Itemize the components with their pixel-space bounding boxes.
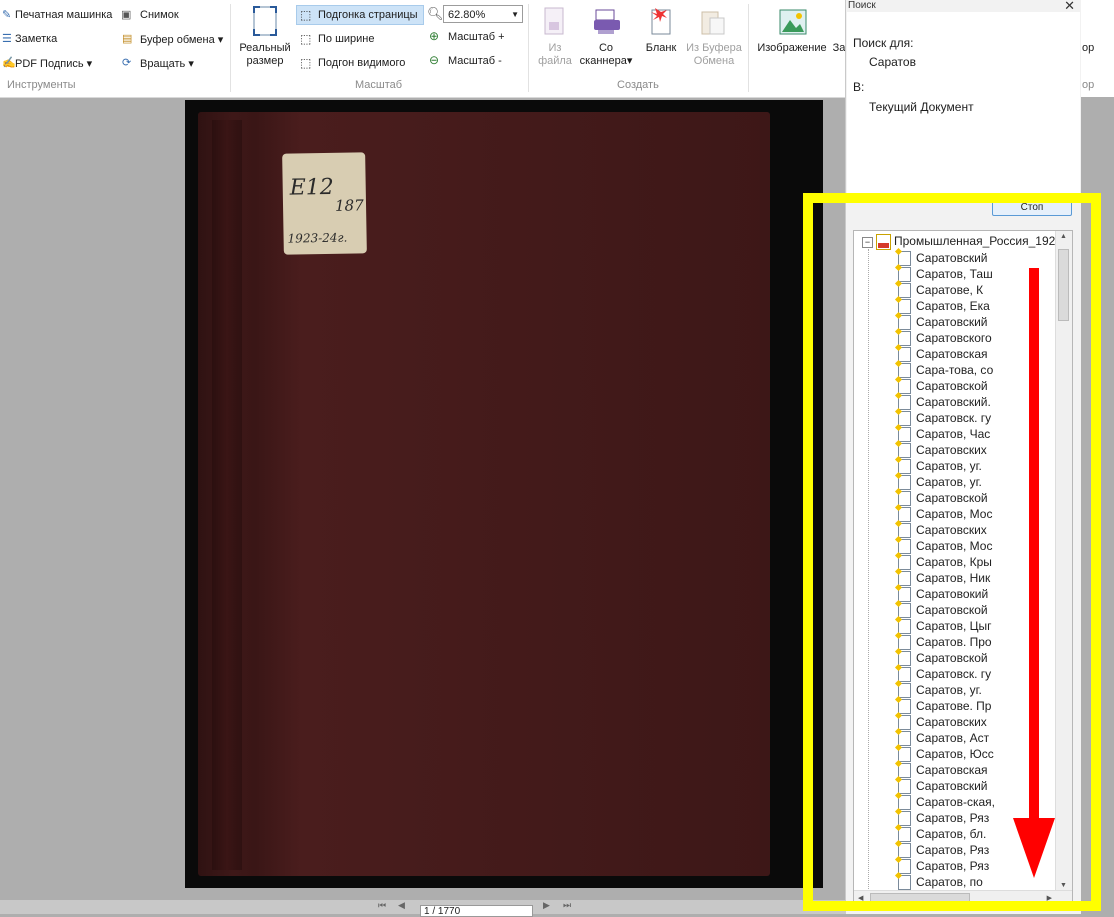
separator xyxy=(230,4,231,92)
prev-page-icon[interactable]: ◀ xyxy=(398,900,405,911)
blank-button[interactable]: Бланк xyxy=(640,42,682,55)
note-button[interactable]: Заметка xyxy=(15,33,57,45)
from-clipboard-button[interactable]: Из Буфера Обмена xyxy=(683,42,745,68)
blank-page-icon xyxy=(651,8,671,35)
fit-width-icon: ⬚ xyxy=(300,32,312,46)
separator xyxy=(528,4,529,92)
fit-page-icon: ⬚ xyxy=(300,8,312,22)
book-spine xyxy=(212,120,242,870)
pdf-sign-button[interactable]: PDF Подпись ▾ xyxy=(15,57,92,70)
snapshot-button[interactable]: Снимок xyxy=(140,9,179,21)
actual-size-line1: Реальный xyxy=(239,42,291,54)
image-icon xyxy=(779,9,807,35)
from-scanner-line1: Со xyxy=(598,42,614,54)
ribbon-right-overflow: ор ор xyxy=(1080,0,1114,97)
tools-group-label: Инструменты xyxy=(7,79,76,91)
zoom-group-label: Масштаб xyxy=(355,79,403,91)
search-panel-body: Поиск для: Саратов В: Текущий Документ xyxy=(847,12,1080,197)
chevron-down-icon: ▼ xyxy=(511,10,519,19)
separator xyxy=(748,4,749,92)
clipboard-icon: ▤ xyxy=(122,33,133,45)
rotate-label: Вращать xyxy=(140,58,186,70)
fit-width-button[interactable]: По ширине xyxy=(318,33,375,45)
search-scope-value: Текущий Документ xyxy=(869,100,974,114)
rotate-icon: ⟳ xyxy=(122,57,132,69)
zoom-out-icon: ⊖ xyxy=(429,53,440,67)
page-number-input[interactable]: 1 / 1770 xyxy=(420,905,533,917)
first-page-icon[interactable]: ⏮ xyxy=(378,900,386,911)
typewriter-button[interactable]: Печатная машинка xyxy=(15,9,112,21)
create-group-label: Создать xyxy=(617,79,659,91)
last-page-icon[interactable]: ⏭ xyxy=(563,900,571,911)
from-file-line1: Из xyxy=(548,42,562,54)
book-label-sticker: E12 187 1923-24г. xyxy=(282,152,367,255)
highlight-annotation-box xyxy=(803,193,1101,911)
search-query-value: Саратов xyxy=(869,55,916,69)
note-icon: ☰ xyxy=(2,33,12,45)
actual-size-button[interactable]: Реальный размер xyxy=(236,42,294,68)
from-scanner-line2: сканнера xyxy=(579,55,627,67)
scanner-icon xyxy=(594,9,620,34)
close-icon[interactable]: ✕ xyxy=(1064,0,1075,14)
fit-visible-icon: ⬚ xyxy=(300,56,312,70)
zoom-in-icon: ⊕ xyxy=(429,29,440,43)
image-button[interactable]: Изображение xyxy=(756,42,828,55)
search-in-label: В: xyxy=(853,80,865,94)
label-line3: 1923-24г. xyxy=(287,230,348,246)
from-clipboard-icon xyxy=(701,11,725,35)
zoom-level-select[interactable]: 62.80% ▼ xyxy=(443,5,523,23)
partial-group-label: ор xyxy=(1082,79,1095,91)
label-line2: 187 xyxy=(334,196,364,215)
partial-button-label: ор xyxy=(1082,42,1095,54)
search-for-label: Поиск для: xyxy=(853,36,914,50)
actual-size-icon xyxy=(253,6,277,36)
camera-icon: ▣ xyxy=(121,9,132,21)
from-clipboard-line1: Из Буфера xyxy=(686,42,742,54)
from-file-button[interactable]: Из файла xyxy=(538,42,572,68)
scroll-down-arrow-annotation xyxy=(1013,268,1055,878)
zoom-out-button[interactable]: Масштаб - xyxy=(448,55,502,67)
signature-icon: ✍ xyxy=(2,57,16,69)
clipboard-button[interactable]: Буфер обмена ▾ xyxy=(140,33,223,46)
next-page-icon[interactable]: ▶ xyxy=(543,900,550,911)
clipboard-label: Буфер обмена xyxy=(140,34,215,46)
fit-page-button[interactable]: Подгонка страницы xyxy=(318,9,418,21)
label-line1: E12 xyxy=(289,174,334,201)
search-panel-title: Поиск xyxy=(848,0,876,11)
fit-visible-button[interactable]: Подгон видимого xyxy=(318,57,405,69)
zoom-in-button[interactable]: Масштаб + xyxy=(448,31,505,43)
from-file-icon xyxy=(544,7,564,35)
zoom-level-value: 62.80% xyxy=(448,9,486,21)
from-clipboard-line2: Обмена xyxy=(693,55,735,67)
pdf-sign-label: PDF Подпись xyxy=(15,58,84,70)
partial-button[interactable]: За xyxy=(832,42,846,55)
rotate-button[interactable]: Вращать ▾ xyxy=(140,57,194,70)
from-scanner-button[interactable]: Со сканнера▾ xyxy=(575,42,637,68)
magnifier-icon: 🔍︎ xyxy=(427,6,444,21)
from-file-line2: файла xyxy=(538,55,572,67)
actual-size-line2: размер xyxy=(246,55,284,67)
typewriter-icon: ✎ xyxy=(2,9,12,21)
